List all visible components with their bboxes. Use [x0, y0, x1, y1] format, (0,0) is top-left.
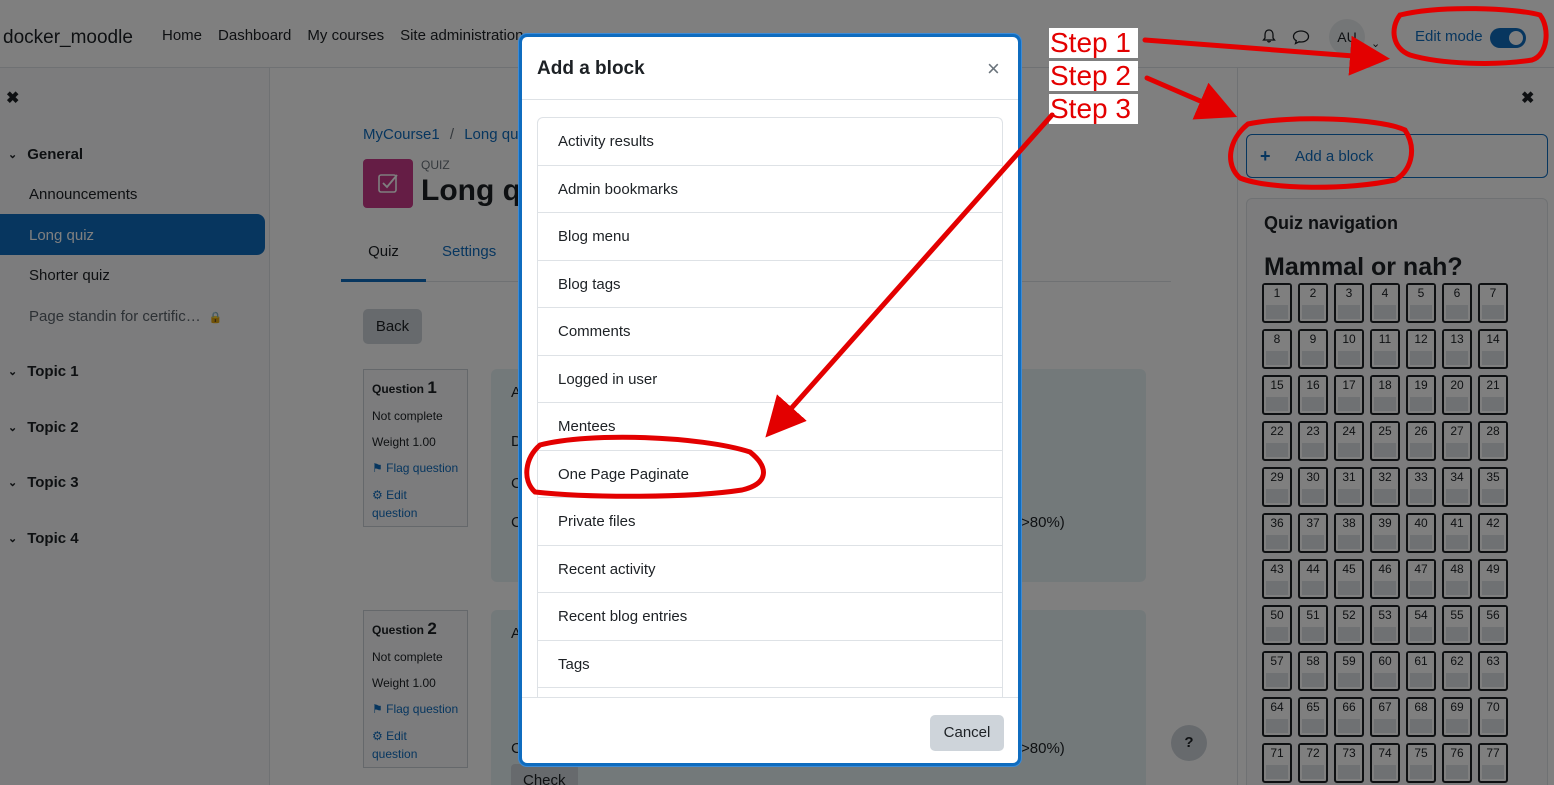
block-option[interactable]: Recent activity — [538, 546, 1002, 593]
block-option[interactable]: Admin bookmarks — [538, 166, 1002, 213]
block-option[interactable]: One Page Paginate — [538, 451, 1002, 498]
block-option[interactable]: Recent blog entries — [538, 593, 1002, 641]
block-option[interactable]: Logged in user — [538, 356, 1002, 403]
modal-header: Add a block × — [522, 37, 1018, 100]
block-option[interactable]: Tags — [538, 641, 1002, 688]
step-label-3: Step 3 — [1049, 94, 1138, 124]
step-label-1: Step 1 — [1049, 28, 1138, 58]
step-label-2: Step 2 — [1049, 61, 1138, 91]
block-option-partial[interactable] — [538, 688, 1002, 697]
block-option[interactable]: Private files — [538, 498, 1002, 546]
block-option[interactable]: Blog menu — [538, 213, 1002, 261]
cancel-button[interactable]: Cancel — [930, 715, 1004, 751]
modal-footer: Cancel — [522, 697, 1018, 763]
block-option[interactable]: Comments — [538, 308, 1002, 356]
block-option[interactable]: Activity results — [538, 118, 1002, 166]
block-option[interactable]: Mentees — [538, 403, 1002, 451]
block-option[interactable]: Blog tags — [538, 261, 1002, 308]
block-list: Activity results Admin bookmarks Blog menu… — [537, 117, 1003, 697]
modal-body: Activity results Admin bookmarks Blog menu… — [522, 101, 1018, 697]
modal-title: Add a block — [537, 58, 645, 79]
close-icon[interactable]: × — [987, 56, 1000, 82]
app-root: docker_moodle Home Dashboard My courses … — [0, 0, 1554, 785]
add-block-modal: Add a block × Activity results Admin book… — [519, 34, 1021, 766]
